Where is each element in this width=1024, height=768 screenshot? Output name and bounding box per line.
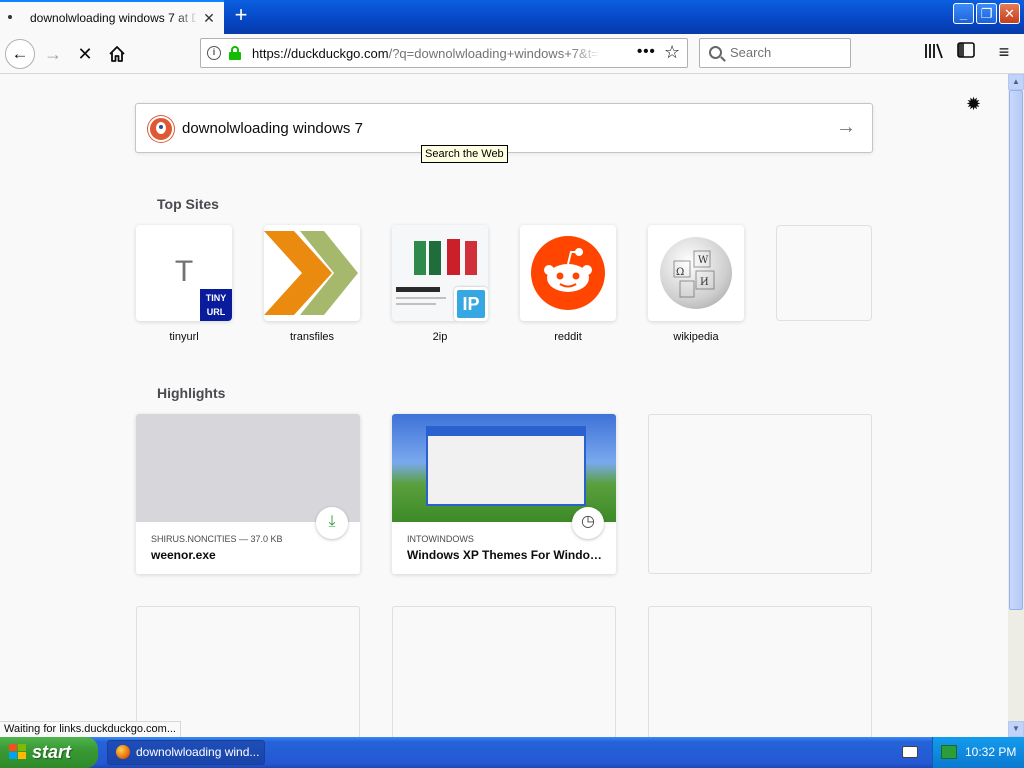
tab-title-fade <box>176 4 198 32</box>
highlight-empty-slot <box>392 606 616 737</box>
topsite-wikipedia[interactable]: Ω W И <box>648 225 744 321</box>
topsite-label[interactable]: transfiles <box>264 331 360 343</box>
bookmark-star-icon[interactable]: ☆ <box>664 42 680 63</box>
page-actions-icon[interactable]: ••• <box>637 43 656 60</box>
back-button[interactable]: ← <box>5 39 35 69</box>
sidebar-toggle-icon[interactable] <box>954 42 978 66</box>
topsite-2ip[interactable]: IP <box>392 225 488 321</box>
topsite-reddit[interactable] <box>520 225 616 321</box>
tooltip: Search the Web <box>421 145 508 163</box>
navigation-toolbar: ← → ✕ i https://duckduckgo.com/?q=downol… <box>0 34 1024 74</box>
arrow-right-icon: → <box>44 44 62 64</box>
topsite-label[interactable]: tinyurl <box>136 331 232 343</box>
minimize-button[interactable]: _ <box>953 3 974 24</box>
topsite-transfiles[interactable] <box>264 225 360 321</box>
search-input[interactable] <box>730 45 845 60</box>
scrollbar-thumb[interactable] <box>1009 90 1023 610</box>
home-icon <box>109 46 125 62</box>
tab-title: downolwloading windows 7 at DuckDuckGo <box>30 11 196 25</box>
clock-icon: ◷ <box>572 507 604 539</box>
highlight-thumbnail <box>136 414 360 522</box>
highlight-empty-slot <box>648 606 872 737</box>
search-query-text[interactable]: downolwloading windows 7 <box>182 120 363 137</box>
lock-icon[interactable] <box>229 46 241 60</box>
wikipedia-globe-icon: Ω W И <box>660 237 732 309</box>
library-icon[interactable] <box>922 42 946 66</box>
highlight-title: weenor.exe <box>151 548 216 562</box>
scroll-down-button[interactable]: ▼ <box>1008 721 1024 737</box>
url-text[interactable]: https://duckduckgo.com/?q=downolwloading… <box>252 46 600 61</box>
topsite-label[interactable]: wikipedia <box>648 331 744 343</box>
tile-letter: T <box>174 255 194 288</box>
status-panel: Waiting for links.duckduckgo.com... <box>0 721 181 737</box>
tab-active[interactable]: downolwloading windows 7 at DuckDuckGo ✕ <box>0 0 224 34</box>
highlight-source: SHIRUS.NONCITIES — 37.0 KB <box>151 534 283 544</box>
menu-icon[interactable]: ≡ <box>992 42 1016 66</box>
scroll-up-button[interactable]: ▲ <box>1008 74 1024 90</box>
system-tray: 10:32 PM <box>932 737 1024 768</box>
topsite-empty-slot <box>776 225 872 321</box>
stop-button[interactable]: ✕ <box>70 39 100 69</box>
highlight-thumbnail <box>392 414 616 522</box>
firefox-icon <box>116 745 130 759</box>
highlights-heading: Highlights <box>157 385 226 401</box>
url-domain: https://duckduckgo.com <box>252 46 389 61</box>
taskbar: start downolwloading wind... 10:32 PM <box>0 737 1024 768</box>
start-button[interactable]: start <box>0 737 98 768</box>
forward-button[interactable]: → <box>38 39 68 69</box>
transfiles-logo-icon <box>264 231 358 315</box>
topsites-heading: Top Sites <box>157 196 219 212</box>
restore-button[interactable]: ❐ <box>976 3 997 24</box>
highlight-empty-slot <box>648 414 872 574</box>
svg-text:И: И <box>700 277 709 288</box>
clock[interactable]: 10:32 PM <box>965 745 1016 759</box>
2ip-logo-icon: IP <box>454 287 488 321</box>
tab-loading-icon <box>8 15 12 19</box>
url-fade <box>571 41 601 65</box>
taskbar-item-firefox[interactable]: downolwloading wind... <box>107 740 265 765</box>
keyboard-icon[interactable] <box>902 746 918 758</box>
highlight-card[interactable]: ⤓ SHIRUS.NONCITIES — 37.0 KB weenor.exe <box>136 414 360 574</box>
topsite-tinyurl[interactable]: T TINY URL <box>136 225 232 321</box>
info-icon[interactable]: i <box>207 46 221 60</box>
topsite-label[interactable]: 2ip <box>392 331 488 343</box>
svg-text:W: W <box>698 255 709 266</box>
duckduckgo-logo-icon <box>148 116 174 142</box>
taskbar-item-label: downolwloading wind... <box>136 745 260 759</box>
highlight-card[interactable]: ◷ INTOWINDOWS Windows XP Themes For Wind… <box>392 414 616 574</box>
highlight-source: INTOWINDOWS <box>407 534 474 544</box>
reddit-logo-icon <box>531 236 605 310</box>
home-button[interactable] <box>102 39 132 69</box>
windows-logo-icon <box>9 744 27 761</box>
window-controls: _ ❐ ✕ <box>953 3 1020 24</box>
highlight-empty-slot <box>136 606 360 737</box>
close-tab-icon[interactable]: ✕ <box>200 9 218 27</box>
download-icon: ⤓ <box>316 507 348 539</box>
search-box[interactable] <box>699 38 851 68</box>
vertical-scrollbar[interactable]: ▲ ▼ <box>1008 74 1024 737</box>
start-label: start <box>32 742 72 762</box>
new-tab-button[interactable]: + <box>228 3 254 29</box>
xp-window-preview <box>426 426 586 506</box>
title-bar: downolwloading windows 7 at DuckDuckGo ✕… <box>0 0 1024 34</box>
arrow-left-icon: ← <box>11 44 29 63</box>
new-tab-page: ✹ downolwloading windows 7 → Search the … <box>0 74 1008 737</box>
arrow-right-icon[interactable]: → <box>836 116 856 139</box>
topsite-label[interactable]: reddit <box>520 331 616 343</box>
highlight-title: Windows XP Themes For Windows 7 <box>407 548 607 562</box>
search-icon <box>709 46 722 59</box>
gear-icon[interactable]: ✹ <box>966 94 981 115</box>
close-icon: ✕ <box>77 44 93 64</box>
network-icon[interactable] <box>941 745 957 759</box>
tinyurl-logo-icon: TINY URL <box>200 289 232 321</box>
close-window-button[interactable]: ✕ <box>999 3 1020 24</box>
svg-text:Ω: Ω <box>676 267 684 278</box>
url-bar[interactable]: i https://duckduckgo.com/?q=downolwloadi… <box>200 38 688 68</box>
url-path: /?q=downolwloading+windows+7&t= <box>388 46 599 61</box>
